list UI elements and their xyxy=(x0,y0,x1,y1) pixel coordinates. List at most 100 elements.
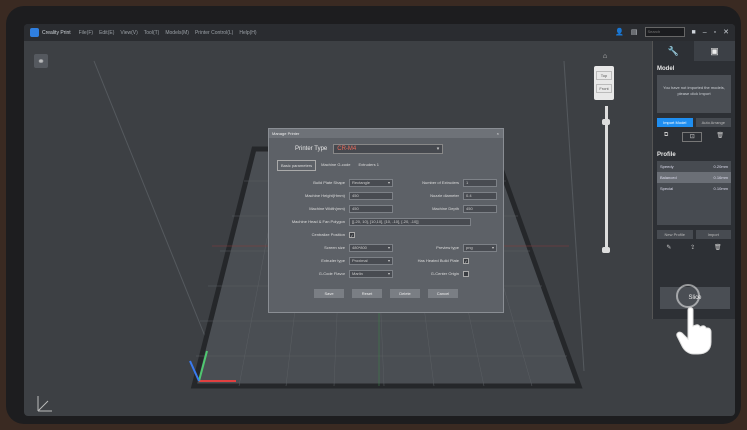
chevron-down-icon: ▾ xyxy=(436,146,440,152)
height-label: Machine Height(Hmm) xyxy=(304,193,345,198)
view-top[interactable]: Top xyxy=(596,71,612,80)
gcode-flavor-select[interactable]: Marlin ▾ xyxy=(349,269,393,278)
menu-help[interactable]: Help(H) xyxy=(239,30,256,36)
nozzle-diameter-label: Nozzle diameter xyxy=(430,193,459,198)
delete-button[interactable]: Delete xyxy=(390,289,420,298)
save-button[interactable]: Save xyxy=(314,289,344,298)
width-field[interactable]: 450 xyxy=(349,204,393,213)
dialog-title-bar: Manage Printer × xyxy=(269,129,503,138)
click-ripple xyxy=(676,284,700,308)
tab-extruders[interactable]: Extruders 1 xyxy=(355,160,381,171)
profile-layer: 0.20mm xyxy=(713,164,728,169)
screen-size-label: Screen size xyxy=(324,245,345,250)
nozzle-diameter-field[interactable]: 0.4 xyxy=(463,191,497,200)
dialog-buttons: Save Reset Delete Cancel xyxy=(269,289,503,298)
layout-icon[interactable]: ■ xyxy=(692,29,696,36)
build-plate-shape-label: Build Plate Shape xyxy=(313,180,345,185)
tab-basic-parameters[interactable]: Basic parameters xyxy=(277,160,317,171)
tab-printer[interactable]: ▣ xyxy=(694,41,735,61)
reset-button[interactable]: Reset xyxy=(352,289,382,298)
maximize-button[interactable]: ▫ xyxy=(714,29,716,36)
profile-layer: 0.10mm xyxy=(713,186,728,191)
edit-icon[interactable]: ✎ xyxy=(666,244,671,251)
menu-bar: Creality Print File(F) Edit(E) View(V) T… xyxy=(24,24,735,41)
chevron-down-icon: ▾ xyxy=(491,244,494,250)
copy-icon[interactable]: ⧉ xyxy=(664,132,668,142)
chevron-down-icon: ▾ xyxy=(387,257,390,263)
printer-type-row: Printer Type CR-M4 ▾ xyxy=(295,144,503,154)
preview-type-select[interactable]: png ▾ xyxy=(463,243,497,252)
printer-icon: ▣ xyxy=(710,46,719,56)
home-icon[interactable]: ⌂ xyxy=(594,53,616,60)
num-extruders-label: Number of Extruders xyxy=(422,180,459,185)
menu-printer-control[interactable]: Printer Control(L) xyxy=(195,30,233,36)
group-icon[interactable]: ⊡ xyxy=(682,132,703,142)
manage-printer-dialog: Manage Printer × Printer Type CR-M4 ▾ Ba… xyxy=(268,128,504,313)
import-model-button[interactable]: Import Model xyxy=(657,118,693,127)
language-icon[interactable]: ▤ xyxy=(631,28,638,36)
view-front[interactable]: Front xyxy=(596,84,612,93)
cancel-button[interactable]: Cancel xyxy=(428,289,458,298)
profile-list: Speedy 0.20mm Balanced 0.16mm Special 0.… xyxy=(657,161,731,225)
delete-icon[interactable]: 🗑 xyxy=(716,132,724,142)
tab-machine-gcode[interactable]: Machine G-code xyxy=(318,160,353,171)
origin-checkbox[interactable] xyxy=(463,270,469,277)
centralize-label: Centralize Position xyxy=(311,232,345,237)
import-profile-button[interactable]: Import xyxy=(695,230,731,239)
profile-item[interactable]: Special 0.10mm xyxy=(657,183,731,194)
view-toolbar: ⌂ Top Front xyxy=(594,53,616,100)
search-input[interactable]: Search xyxy=(644,27,685,37)
extruder-type-select[interactable]: Proximal ▾ xyxy=(349,256,393,265)
wrench-icon: 🔧 xyxy=(667,46,680,56)
chevron-down-icon: ▾ xyxy=(387,179,390,185)
layer-slider-bottom[interactable] xyxy=(602,247,610,253)
pointer-hand-icon xyxy=(676,307,712,355)
depth-field[interactable]: 450 xyxy=(463,204,497,213)
auto-arrange-button[interactable]: Auto Arrange xyxy=(695,118,731,127)
dialog-close-icon[interactable]: × xyxy=(497,129,499,138)
view-cube[interactable]: Top Front xyxy=(594,66,614,100)
screen-size-value: 480*800 xyxy=(352,244,367,250)
centralize-checkbox[interactable]: ✓ xyxy=(349,231,355,238)
gcode-flavor-label: G-Code Flavor xyxy=(318,271,345,276)
profile-name: Speedy xyxy=(660,164,674,169)
screen-size-select[interactable]: 480*800 ▾ xyxy=(349,243,393,252)
layer-slider[interactable] xyxy=(605,106,608,252)
window-controls: 👤 ▤ Search ■ – ▫ ✕ xyxy=(615,27,729,37)
build-plate-shape-select[interactable]: Rectangle ▾ xyxy=(349,178,393,187)
tab-model[interactable]: 🔧 xyxy=(653,41,694,61)
minimize-button[interactable]: – xyxy=(703,29,707,36)
user-icon[interactable]: 👤 xyxy=(615,28,624,36)
printer-type-select[interactable]: CR-M4 ▾ xyxy=(333,144,444,154)
gcode-flavor-value: Marlin xyxy=(352,270,363,276)
printer-type-value: CR-M4 xyxy=(337,146,357,152)
height-field[interactable]: 450 xyxy=(349,191,393,200)
heated-bed-checkbox[interactable]: ✓ xyxy=(463,257,469,264)
menu-view[interactable]: View(V) xyxy=(120,30,137,36)
build-plate-shape-value: Rectangle xyxy=(352,179,371,185)
export-icon[interactable]: ⇪ xyxy=(690,244,695,251)
profile-layer: 0.16mm xyxy=(713,175,728,180)
close-button[interactable]: ✕ xyxy=(723,28,729,36)
menu-file[interactable]: File(F) xyxy=(79,30,93,36)
profile-item[interactable]: Speedy 0.20mm xyxy=(657,161,731,172)
menu-tool[interactable]: Tool(T) xyxy=(144,30,160,36)
menu-edit[interactable]: Edit(E) xyxy=(99,30,114,36)
profile-name: Balanced xyxy=(660,175,677,180)
extruder-type-value: Proximal xyxy=(352,257,368,263)
profile-item[interactable]: Balanced 0.16mm xyxy=(657,172,731,183)
preview-type-value: png xyxy=(466,244,473,250)
menu-models[interactable]: Models(M) xyxy=(165,30,189,36)
panel-tabs: 🔧 ▣ xyxy=(653,41,735,61)
delete-profile-icon[interactable]: 🗑 xyxy=(714,244,722,251)
model-list-button[interactable]: ⚭ xyxy=(34,54,48,68)
chevron-down-icon: ▾ xyxy=(387,270,390,276)
num-extruders-field[interactable]: 1 xyxy=(463,178,497,187)
new-profile-button[interactable]: New Profile xyxy=(657,230,693,239)
printer-type-label: Printer Type xyxy=(295,146,328,152)
right-panel: 🔧 ▣ Model You have not imported the mode… xyxy=(652,41,735,319)
profile-section-title: Profile xyxy=(657,152,676,158)
polygon-field[interactable]: [[-20, 10], [10,10], [10, -10], [-20, -1… xyxy=(349,217,471,226)
polygon-label: Machine Head & Fan Polygon xyxy=(291,219,345,224)
preview-type-label: Preview type xyxy=(436,245,459,250)
